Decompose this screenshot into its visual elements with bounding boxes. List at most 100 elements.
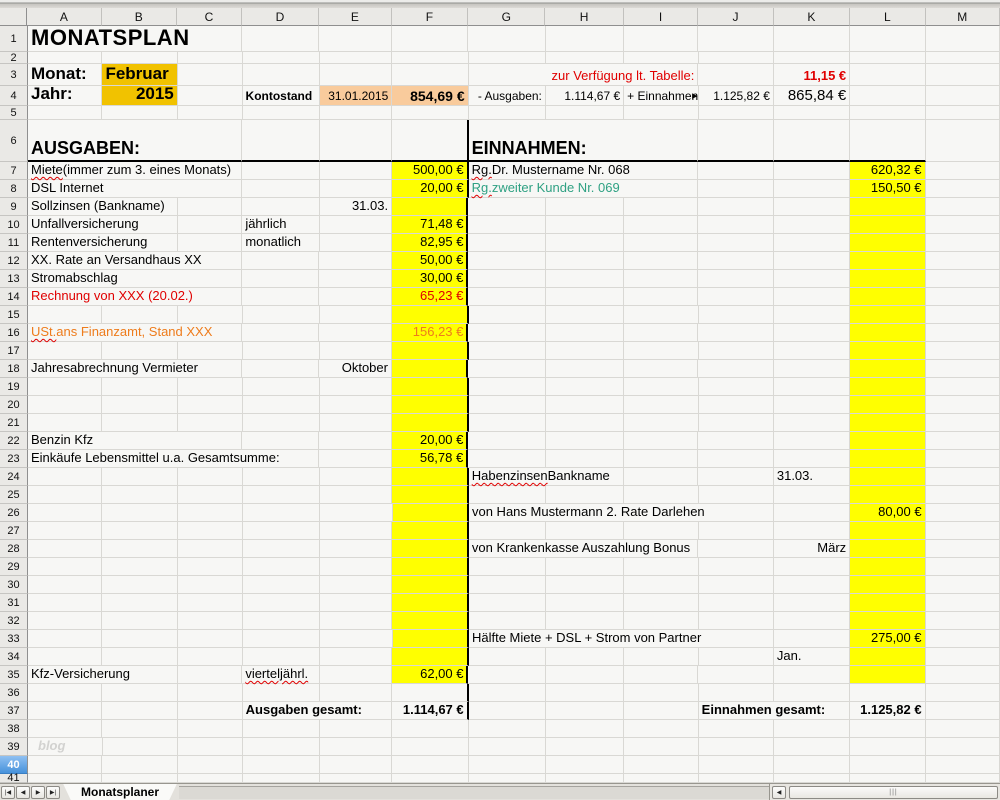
cell-C40[interactable] [178, 756, 243, 774]
cell-J9[interactable] [698, 198, 773, 216]
cell-A31[interactable] [28, 594, 102, 612]
cell-D34[interactable] [243, 648, 320, 666]
cell-I19[interactable] [624, 378, 698, 396]
cell-L10[interactable] [850, 216, 925, 234]
cell-D5[interactable] [243, 106, 320, 120]
cell-B19[interactable] [102, 378, 177, 396]
cell-G20[interactable] [469, 396, 546, 414]
cell-B2[interactable] [102, 52, 177, 64]
cell-G16[interactable] [468, 324, 545, 342]
cell-L9[interactable] [850, 198, 925, 216]
col-header-L[interactable]: L [850, 8, 925, 26]
cell-G32[interactable] [469, 612, 546, 630]
cell-D11[interactable]: monatlich [242, 234, 319, 252]
cell-H5[interactable] [546, 106, 624, 120]
cell-F18[interactable] [392, 360, 468, 378]
cell-I12[interactable] [624, 252, 698, 270]
cell-C27[interactable] [178, 522, 243, 540]
row-header-25[interactable]: 25 [0, 486, 28, 504]
cell-I9[interactable] [624, 198, 698, 216]
cell-D13[interactable] [242, 270, 319, 288]
cell-G33[interactable]: Hälfte Miete + DSL + Strom von Partner [469, 630, 774, 648]
cell-M38[interactable] [926, 720, 1000, 738]
cell-H17[interactable] [546, 342, 624, 360]
cell-K28[interactable]: März [774, 540, 850, 558]
cell-F31[interactable] [392, 594, 468, 612]
cell-L19[interactable] [850, 378, 925, 396]
cell-I29[interactable] [624, 558, 698, 576]
cell-I37[interactable] [624, 702, 698, 720]
cell-E10[interactable] [320, 216, 392, 234]
cell-L11[interactable] [850, 234, 925, 252]
cell-L20[interactable] [850, 396, 925, 414]
cell-K36[interactable] [774, 684, 850, 702]
cell-F30[interactable] [392, 576, 468, 594]
cell-J34[interactable] [699, 648, 774, 666]
cell-J27[interactable] [699, 522, 774, 540]
cell-F28[interactable] [392, 540, 468, 558]
cell-J16[interactable] [698, 324, 773, 342]
cell-J29[interactable] [699, 558, 774, 576]
cell-M35[interactable] [926, 666, 1000, 684]
cell-D25[interactable] [243, 486, 320, 504]
cell-C26[interactable] [178, 504, 243, 522]
cell-J15[interactable] [699, 306, 774, 324]
cell-M3[interactable] [926, 64, 1000, 86]
cell-I5[interactable] [624, 106, 698, 120]
cell-C38[interactable] [178, 720, 243, 738]
cell-D15[interactable] [243, 306, 320, 324]
cell-G27[interactable] [469, 522, 546, 540]
cell-E41[interactable] [320, 774, 392, 783]
row-header-9[interactable]: 9 [0, 198, 28, 216]
cell-M11[interactable] [926, 234, 1000, 252]
row-header-30[interactable]: 30 [0, 576, 28, 594]
cell-G28[interactable]: von Krankenkasse Auszahlung Bonus [469, 540, 699, 558]
cell-F11[interactable]: 82,95 € [392, 234, 468, 252]
cell-K41[interactable] [774, 774, 850, 783]
cell-F26[interactable] [393, 504, 469, 522]
cell-K1[interactable] [774, 26, 850, 52]
cell-L30[interactable] [850, 576, 925, 594]
cell-E35[interactable] [320, 666, 392, 684]
cell-G22[interactable] [468, 432, 545, 450]
cell-D24[interactable] [243, 468, 320, 486]
cell-M2[interactable] [926, 52, 1000, 64]
cell-G12[interactable] [468, 252, 545, 270]
cell-G34[interactable] [469, 648, 546, 666]
cell-A11[interactable]: Rentenversicherung [28, 234, 178, 252]
cell-M36[interactable] [926, 684, 1000, 702]
cell-A39[interactable]: blog [28, 738, 103, 756]
cell-J6[interactable] [698, 120, 773, 162]
cell-J21[interactable] [699, 414, 774, 432]
cell-J39[interactable] [699, 738, 774, 756]
cell-H36[interactable] [546, 684, 624, 702]
cell-C15[interactable] [178, 306, 243, 324]
row-header-17[interactable]: 17 [0, 342, 28, 360]
cell-F25[interactable] [392, 486, 468, 504]
cell-A16[interactable]: USt. ans Finanzamt, Stand XXX [28, 324, 242, 342]
cell-L29[interactable] [850, 558, 925, 576]
cell-I40[interactable] [624, 756, 698, 774]
cell-I20[interactable] [624, 396, 698, 414]
cell-G26[interactable]: von Hans Mustermann 2. Rate Darlehen [469, 504, 774, 522]
row-header-36[interactable]: 36 [0, 684, 28, 702]
cell-J11[interactable] [698, 234, 773, 252]
cell-I2[interactable] [624, 52, 698, 64]
cell-E18[interactable]: Oktober [319, 360, 392, 378]
cell-G4[interactable]: - Ausgaben: [469, 86, 546, 106]
cell-E25[interactable] [320, 486, 392, 504]
sheet-nav-last-button[interactable]: ▶| [46, 786, 60, 799]
cell-K22[interactable] [774, 432, 850, 450]
cell-M9[interactable] [926, 198, 1000, 216]
cell-A28[interactable] [28, 540, 102, 558]
cell-G10[interactable] [468, 216, 545, 234]
cell-E39[interactable] [320, 738, 392, 756]
cell-L7[interactable]: 620,32 € [850, 162, 925, 180]
cell-D36[interactable] [243, 684, 320, 702]
cell-G14[interactable] [468, 288, 545, 306]
cell-A37[interactable] [28, 702, 102, 720]
cell-K21[interactable] [774, 414, 850, 432]
cell-B27[interactable] [102, 522, 177, 540]
cell-H19[interactable] [546, 378, 624, 396]
cell-F16[interactable]: 156,23 € [392, 324, 468, 342]
